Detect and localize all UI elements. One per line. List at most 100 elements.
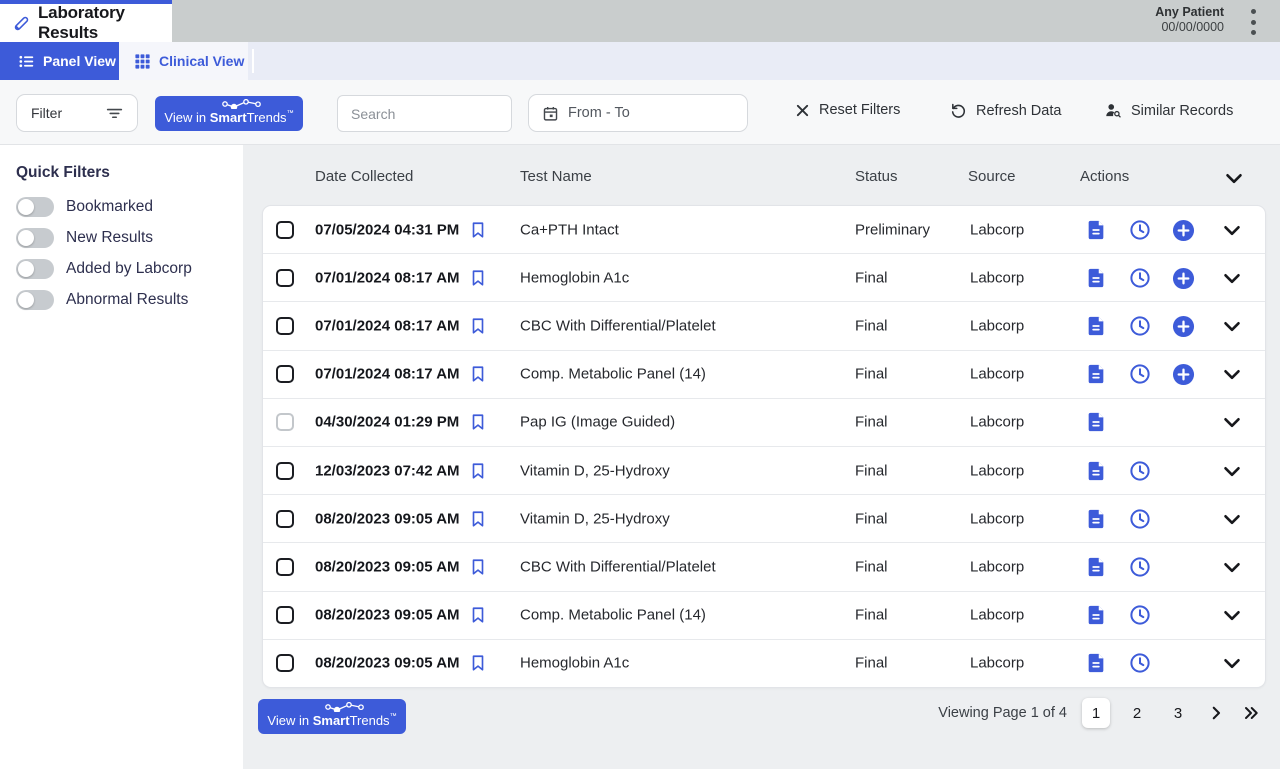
add-icon[interactable] [1172,267,1194,289]
document-icon[interactable] [1085,363,1107,385]
page-number-button[interactable]: 2 [1123,698,1151,728]
calendar-icon [542,105,559,122]
date-collected: 07/05/2024 04:31 PM [315,221,459,238]
row-expand-chevron-icon[interactable] [1219,506,1245,532]
history-clock-icon[interactable] [1129,267,1151,289]
row-checkbox[interactable] [276,654,294,672]
source-text: Labcorp [970,318,1024,335]
refresh-data-button[interactable]: Refresh Data [950,102,1061,119]
date-range-input[interactable]: From - To [528,94,748,132]
tab-panel-view[interactable]: Panel View [0,42,119,80]
bookmark-icon[interactable] [470,269,488,287]
row-expand-chevron-icon[interactable] [1219,409,1245,435]
view-smarttrends-button-top[interactable]: View in SmartTrends™ [155,96,303,131]
quick-filter-row: New Results [16,227,227,249]
page-number-button[interactable]: 3 [1164,698,1192,728]
bookmark-icon[interactable] [470,413,488,431]
row-expand-chevron-icon[interactable] [1219,650,1245,676]
app-tab: Laboratory Results [0,0,172,42]
similar-records-button[interactable]: Similar Records [1104,102,1233,119]
bookmark-icon[interactable] [470,462,488,480]
toggle-switch[interactable] [16,259,54,279]
toggle-switch[interactable] [16,290,54,310]
history-clock-icon[interactable] [1129,508,1151,530]
date-collected: 07/01/2024 08:17 AM [315,318,460,335]
date-collected: 04/30/2024 01:29 PM [315,414,459,431]
bookmark-icon[interactable] [470,654,488,672]
history-clock-icon[interactable] [1129,556,1151,578]
document-icon[interactable] [1085,315,1107,337]
row-expand-chevron-icon[interactable] [1219,554,1245,580]
quick-filter-row: Bookmarked [16,196,227,218]
kebab-menu-icon[interactable] [1246,9,1260,35]
tab-label: Panel View [43,53,116,69]
table-row: 08/20/2023 09:05 AM Comp. Metabolic Pane… [263,592,1265,640]
bookmark-icon[interactable] [470,558,488,576]
last-page-icon[interactable] [1240,702,1262,724]
row-expand-chevron-icon[interactable] [1219,458,1245,484]
document-icon[interactable] [1085,556,1107,578]
row-checkbox[interactable] [276,221,294,239]
row-expand-chevron-icon[interactable] [1219,265,1245,291]
bookmark-icon[interactable] [470,606,488,624]
reset-filters-button[interactable]: Reset Filters [795,102,900,118]
table-row: 07/01/2024 08:17 AM CBC With Differentia… [263,302,1265,350]
bookmark-icon[interactable] [470,317,488,335]
add-icon[interactable] [1172,219,1194,241]
test-name: Vitamin D, 25-Hydroxy [520,462,670,479]
toggle-switch[interactable] [16,197,54,217]
document-icon[interactable] [1085,267,1107,289]
collapse-all-chevron-icon[interactable] [1221,165,1247,191]
person-search-icon [1104,102,1122,119]
row-checkbox[interactable] [276,462,294,480]
status-text: Final [855,269,888,286]
history-clock-icon[interactable] [1129,219,1151,241]
document-icon[interactable] [1085,460,1107,482]
add-icon[interactable] [1172,363,1194,385]
filter-dropdown[interactable]: Filter [16,94,138,132]
row-checkbox[interactable] [276,269,294,287]
tab-clinical-view[interactable]: Clinical View [119,42,248,80]
results-main: Date Collected Test Name Status Source A… [243,145,1280,769]
document-icon[interactable] [1085,652,1107,674]
quick-filter-label: New Results [66,229,153,247]
page-info: Viewing Page 1 of 4 [938,705,1067,721]
toggle-switch[interactable] [16,228,54,248]
history-clock-icon[interactable] [1129,460,1151,482]
bookmark-icon[interactable] [470,221,488,239]
search-input[interactable] [337,95,512,132]
row-checkbox[interactable] [276,317,294,335]
row-checkbox[interactable] [276,558,294,576]
row-checkbox[interactable] [276,413,294,431]
bookmark-icon[interactable] [470,365,488,383]
row-expand-chevron-icon[interactable] [1219,602,1245,628]
row-checkbox[interactable] [276,606,294,624]
row-checkbox[interactable] [276,365,294,383]
date-collected: 12/03/2023 07:42 AM [315,462,460,479]
list-icon [18,53,35,70]
next-page-icon[interactable] [1205,702,1227,724]
document-icon[interactable] [1085,219,1107,241]
quick-filter-label: Abnormal Results [66,291,188,309]
history-clock-icon[interactable] [1129,363,1151,385]
table-row: 07/01/2024 08:17 AM Hemoglobin A1c Final… [263,254,1265,302]
view-smarttrends-button-bottom[interactable]: View in SmartTrends™ [258,699,406,734]
row-expand-chevron-icon[interactable] [1219,361,1245,387]
document-icon[interactable] [1085,411,1107,433]
page-number-button[interactable]: 1 [1082,698,1110,728]
document-icon[interactable] [1085,508,1107,530]
row-checkbox[interactable] [276,510,294,528]
add-icon[interactable] [1172,315,1194,337]
status-text: Final [855,414,888,431]
history-clock-icon[interactable] [1129,315,1151,337]
row-expand-chevron-icon[interactable] [1219,313,1245,339]
table-row: 08/20/2023 09:05 AM Hemoglobin A1c Final… [263,640,1265,687]
row-expand-chevron-icon[interactable] [1219,217,1245,243]
reset-filters-label: Reset Filters [819,102,900,118]
document-icon[interactable] [1085,604,1107,626]
history-clock-icon[interactable] [1129,652,1151,674]
quick-filters-sidebar: Quick Filters Bookmarked New Results Add… [0,145,243,769]
bookmark-icon[interactable] [470,510,488,528]
table-row: 07/01/2024 08:17 AM Comp. Metabolic Pane… [263,351,1265,399]
history-clock-icon[interactable] [1129,604,1151,626]
